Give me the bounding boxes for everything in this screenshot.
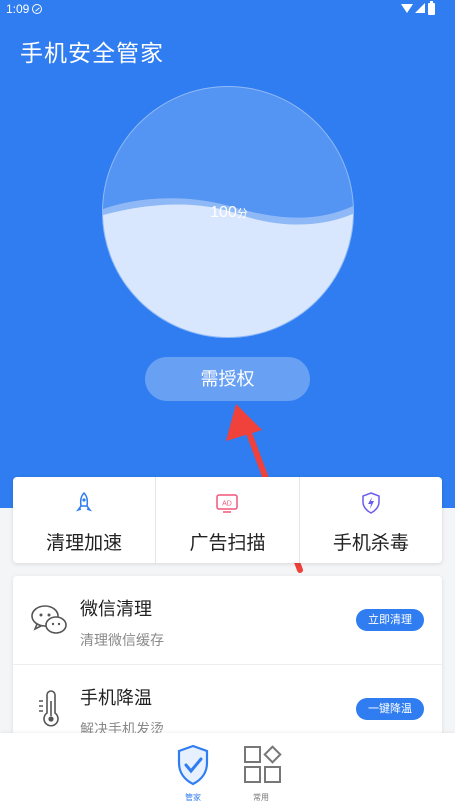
tool-clean-speedup[interactable]: 清理加速 [13,477,155,563]
authorize-button[interactable]: 需授权 [145,357,310,401]
score-value: 100分 [103,204,353,222]
score-unit: 分 [236,208,248,220]
bottom-nav: 管家 常用 [0,733,455,809]
feature-list: 微信清理 清理微信缓存 立即清理 手机降温 解决手机发烫 一键降温 [13,576,442,756]
apps-grid-icon [244,745,282,783]
data-saver-icon [32,4,42,14]
shield-lightning-icon [362,492,380,514]
cool-down-button[interactable]: 一键降温 [356,698,424,720]
wifi-icon [401,4,413,13]
tab-common[interactable]: 常用 [231,733,291,809]
list-item-title: 手机降温 [80,688,152,709]
thermometer-icon [39,690,59,727]
score-globe: 100分 [102,86,354,338]
svg-text:AD: AD [223,501,233,508]
shield-check-icon [177,744,209,786]
signal-icon [415,3,425,13]
list-item-wechat-clean[interactable]: 微信清理 清理微信缓存 立即清理 [13,576,442,665]
ad-icon: AD [216,494,239,513]
score-number: 100 [210,204,237,221]
app-title: 手机安全管家 [20,41,164,67]
tools-card: 清理加速 AD 广告扫描 手机杀毒 [13,477,442,563]
battery-icon [428,1,435,15]
tab-label: 常用 [253,793,269,802]
tool-antivirus[interactable]: 手机杀毒 [298,477,442,563]
list-item-subtitle: 清理微信缓存 [80,633,164,649]
tool-label: 广告扫描 [189,532,266,554]
wechat-icon [31,605,67,634]
list-item-title: 微信清理 [80,599,152,620]
status-bar: 1:09 [0,0,455,20]
tool-label: 清理加速 [46,532,123,554]
tab-label: 管家 [185,793,201,802]
tab-manager[interactable]: 管家 [163,733,223,809]
tool-label: 手机杀毒 [332,532,409,554]
rocket-icon [76,491,93,512]
clean-now-button[interactable]: 立即清理 [356,609,424,631]
tool-ad-scan[interactable]: AD 广告扫描 [155,477,298,563]
status-time: 1:09 [6,2,30,16]
